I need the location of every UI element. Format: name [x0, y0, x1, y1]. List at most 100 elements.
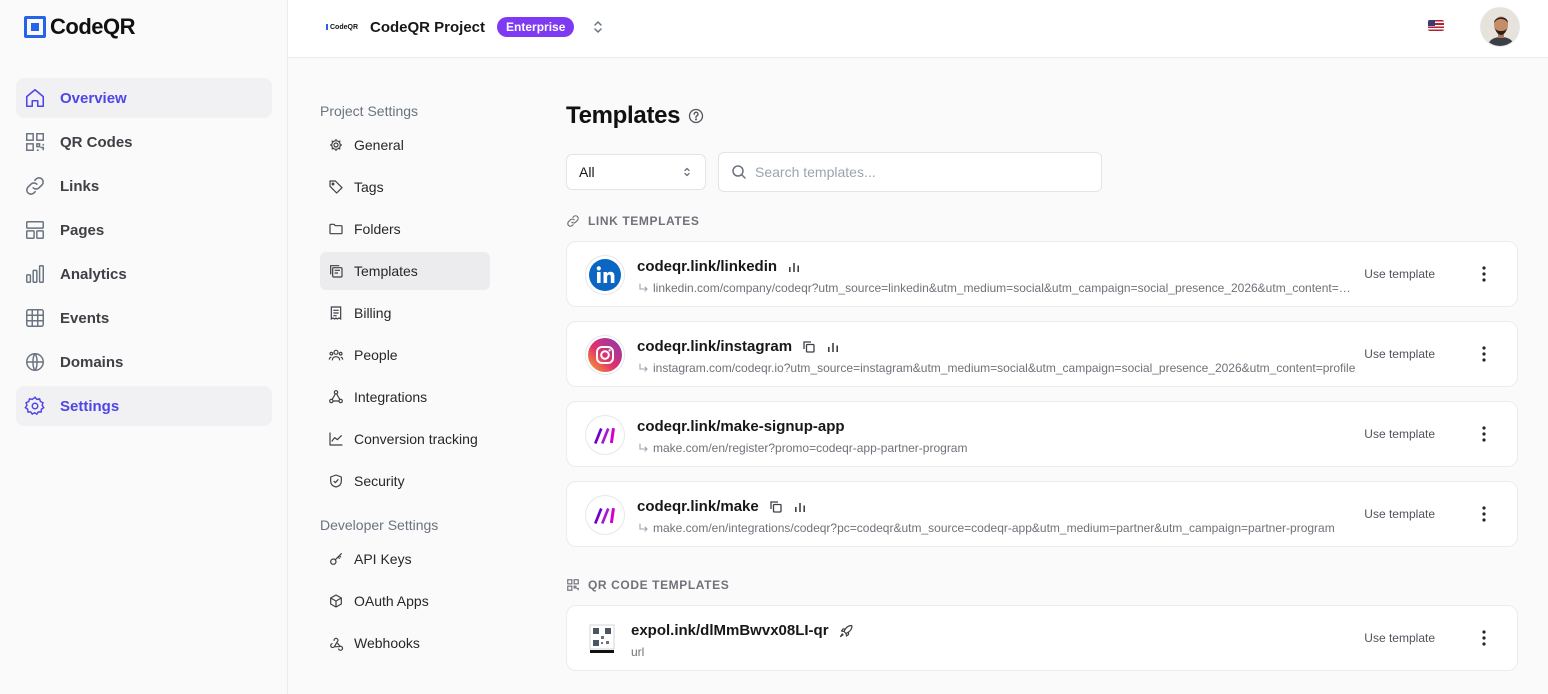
qr-templates-label: QR CODE TEMPLATES — [588, 578, 730, 592]
link-templates-label: LINK TEMPLATES — [588, 214, 700, 228]
sidebar-item-links[interactable]: Links — [16, 166, 272, 206]
chevron-up-down-icon — [684, 167, 690, 177]
template-short-link: codeqr.link/make — [637, 498, 759, 515]
shield-icon — [330, 474, 342, 488]
bar-chart-icon — [26, 265, 44, 283]
settings-item-label: Billing — [354, 305, 392, 321]
more-options-icon[interactable] — [1475, 344, 1493, 364]
analytics-icon[interactable] — [826, 340, 840, 354]
project-switcher[interactable]: CodeQR CodeQR Project Enterprise — [326, 16, 606, 38]
template-card[interactable]: codeqr.link/make make.com/en/integration… — [566, 481, 1518, 547]
settings-item-conversion-tracking[interactable]: Conversion tracking — [320, 420, 490, 458]
sidebar: CodeQR Overview QR Codes Links Pages Ana… — [0, 0, 288, 694]
settings-item-oauth-apps[interactable]: OAuth Apps — [320, 582, 490, 620]
search-icon — [732, 165, 746, 179]
settings-item-general[interactable]: General — [320, 126, 490, 164]
sidebar-item-settings[interactable]: Settings — [16, 386, 272, 426]
webhook-icon — [330, 637, 344, 651]
analytics-icon[interactable] — [787, 260, 801, 274]
sidebar-item-qr-codes[interactable]: QR Codes — [16, 122, 272, 162]
template-type-select[interactable]: All — [566, 154, 706, 190]
select-value: All — [579, 164, 595, 180]
sidebar-item-analytics[interactable]: Analytics — [16, 254, 272, 294]
sidebar-item-pages[interactable]: Pages — [16, 210, 272, 250]
more-options-icon[interactable] — [1475, 424, 1493, 444]
copy-icon[interactable] — [769, 500, 783, 514]
template-short-link: codeqr.link/make-signup-app — [637, 418, 845, 435]
sidebar-item-domains[interactable]: Domains — [16, 342, 272, 382]
main-nav: Overview QR Codes Links Pages Analytics … — [16, 78, 272, 430]
settings-item-api-keys[interactable]: API Keys — [320, 540, 490, 578]
more-options-icon[interactable] — [1475, 628, 1493, 648]
make-icon — [585, 495, 625, 535]
settings-item-label: API Keys — [354, 551, 412, 567]
more-options-icon[interactable] — [1475, 504, 1493, 524]
template-destination-url: instagram.com/codeqr.io?utm_source=insta… — [653, 361, 1356, 375]
sidebar-item-label: Domains — [60, 353, 124, 371]
settings-item-label: Conversion tracking — [354, 431, 478, 447]
help-icon[interactable] — [688, 108, 704, 124]
project-settings-heading: Project Settings — [320, 103, 419, 119]
corner-arrow-icon — [639, 443, 648, 452]
settings-item-people[interactable]: People — [320, 336, 490, 374]
project-logo-icon: CodeQR — [326, 21, 358, 33]
search-input[interactable] — [755, 164, 1075, 180]
qr-template-card[interactable]: expol.ink/dlMmBwvx08LI-qr url Use templa… — [566, 605, 1518, 671]
settings-item-folders[interactable]: Folders — [320, 210, 490, 248]
settings-item-webhooks[interactable]: Webhooks — [320, 624, 490, 662]
link-templates-heading: LINK TEMPLATES — [566, 214, 700, 228]
sidebar-item-label: Events — [60, 309, 110, 327]
sidebar-item-overview[interactable]: Overview — [16, 78, 272, 118]
sidebar-item-label: QR Codes — [60, 133, 133, 151]
qr-template-type: url — [631, 645, 645, 659]
key-icon — [330, 553, 342, 565]
settings-item-label: People — [354, 347, 398, 363]
link-icon — [567, 215, 579, 227]
template-card[interactable]: codeqr.link/linkedin linkedin.com/compan… — [566, 241, 1518, 307]
layout-icon — [26, 221, 44, 239]
settings-item-templates[interactable]: Templates — [320, 252, 490, 290]
use-template-button[interactable]: Use template — [1364, 267, 1435, 281]
templates-page: Templates All LINK TEMPLATES codeqr.link… — [566, 100, 1518, 671]
use-template-button[interactable]: Use template — [1364, 507, 1435, 521]
trend-icon — [329, 432, 343, 446]
settings-item-label: OAuth Apps — [354, 593, 429, 609]
search-box[interactable] — [718, 152, 1102, 192]
template-destination-url: linkedin.com/company/codeqr?utm_source=l… — [653, 281, 1357, 295]
qr-thumbnail-icon — [589, 624, 615, 654]
template-destination-url: make.com/en/integrations/codeqr?pc=codeq… — [653, 521, 1335, 535]
template-card[interactable]: codeqr.link/make-signup-app make.com/en/… — [566, 401, 1518, 467]
brand-logo[interactable]: CodeQR — [24, 14, 136, 40]
more-options-icon[interactable] — [1475, 264, 1493, 284]
user-avatar[interactable] — [1480, 7, 1520, 47]
settings-item-label: Folders — [354, 221, 401, 237]
sidebar-item-label: Links — [60, 177, 100, 195]
globe-icon — [26, 353, 44, 371]
template-short-link: codeqr.link/instagram — [637, 338, 793, 355]
receipt-icon — [330, 306, 342, 321]
tag-icon — [329, 180, 343, 194]
settings-item-label: Security — [354, 473, 405, 489]
sidebar-item-label: Analytics — [60, 265, 127, 283]
settings-item-billing[interactable]: Billing — [320, 294, 490, 332]
settings-item-security[interactable]: Security — [320, 462, 490, 500]
us-flag-icon[interactable] — [1428, 20, 1444, 31]
settings-item-integrations[interactable]: Integrations — [320, 378, 490, 416]
use-template-button[interactable]: Use template — [1364, 427, 1435, 441]
top-bar: CodeQR CodeQR Project Enterprise — [288, 0, 1548, 58]
settings-item-label: General — [354, 137, 404, 153]
page-title: Templates — [566, 102, 681, 129]
sidebar-item-label: Settings — [60, 397, 120, 415]
link-icon — [26, 177, 44, 195]
analytics-icon[interactable] — [793, 500, 807, 514]
template-card[interactable]: codeqr.link/instagram instagram.com/code… — [566, 321, 1518, 387]
use-template-button[interactable]: Use template — [1364, 631, 1435, 645]
sidebar-item-events[interactable]: Events — [16, 298, 272, 338]
instagram-icon — [585, 335, 625, 375]
corner-arrow-icon — [639, 523, 648, 532]
use-template-button[interactable]: Use template — [1364, 347, 1435, 361]
copy-icon[interactable] — [802, 340, 816, 354]
settings-item-tags[interactable]: Tags — [320, 168, 490, 206]
integrations-icon — [329, 390, 343, 404]
qr-template-short-link: expol.ink/dlMmBwvx08LI-qr — [631, 622, 829, 639]
